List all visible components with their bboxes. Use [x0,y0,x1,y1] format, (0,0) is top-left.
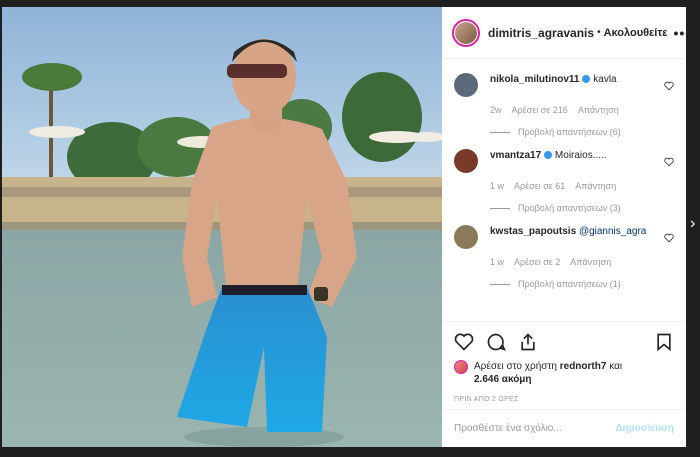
view-replies-label: Προβολή απαντήσεων (3) [518,203,621,213]
replies-divider [490,207,510,209]
comment-mention[interactable]: @giannis_agra [579,226,646,237]
commenter-avatar[interactable] [454,225,478,249]
post-header: dimitris_agravanis • Ακολουθείτε ••• [442,7,690,59]
heart-icon[interactable] [454,332,474,352]
separator-dot: • [597,27,601,38]
reply-button[interactable]: Απάντηση [575,181,616,191]
verified-icon [582,75,591,84]
author-username[interactable]: dimitris_agravanis [488,26,594,40]
heart-icon[interactable] [664,233,674,243]
comment-age[interactable]: 2w [490,105,502,115]
share-icon[interactable] [518,332,538,352]
comment-text: Moiraios..... [554,150,607,161]
comment-age[interactable]: 1 w [490,257,504,267]
comment-item: nikola_milutinov11 kavla 2w Αρέσει σε 21… [454,73,674,137]
liked-by-user[interactable]: rednorth7 [560,361,607,372]
liked-by-and: και [609,361,623,372]
liked-by-prefix: Αρέσει στο χρήστη [474,361,557,372]
comment-likes[interactable]: Αρέσει σε 61 [514,181,565,191]
post-comment-button[interactable]: Δημοσίευση [615,423,674,434]
comment-text: kavla [593,74,617,85]
verified-icon [544,151,553,160]
comment-icon[interactable] [486,332,506,352]
comment-age[interactable]: 1 w [490,181,504,191]
bookmark-icon[interactable] [654,332,674,352]
view-replies-button[interactable]: Προβολή απαντήσεων (6) [490,127,674,137]
comment-input[interactable] [454,423,616,434]
more-options-icon[interactable]: ••• [673,25,691,41]
commenter-avatar[interactable] [454,73,478,97]
post-actions: Αρέσει στο χρήστη rednorth7 και 2.646 ακ… [442,321,686,409]
comment-item: kwstas_papoutsis @giannis_agra 1 w Αρέσε… [454,225,674,289]
comments-list[interactable]: nikola_milutinov11 kavla 2w Αρέσει σε 21… [442,59,686,321]
heart-icon[interactable] [664,81,674,91]
replies-divider [490,283,510,285]
comment-composer: Δημοσίευση [442,409,686,447]
following-button[interactable]: Ακολουθείτε [604,27,668,39]
commenter-username[interactable]: kwstas_papoutsis [490,226,576,237]
comment-likes[interactable]: Αρέσει σε 2 [514,257,560,267]
commenter-avatar[interactable] [454,149,478,173]
liked-by-others[interactable]: 2.646 ακόμη [474,374,532,385]
reply-button[interactable]: Απάντηση [570,257,611,267]
post-photo[interactable] [2,7,442,447]
view-replies-button[interactable]: Προβολή απαντήσεων (1) [490,279,674,289]
view-replies-label: Προβολή απαντήσεων (1) [518,279,621,289]
view-replies-label: Προβολή απαντήσεων (6) [518,127,621,137]
likes-summary: Αρέσει στο χρήστη rednorth7 και 2.646 ακ… [454,360,674,386]
replies-divider [490,131,510,133]
view-replies-button[interactable]: Προβολή απαντήσεων (3) [490,203,674,213]
post-timestamp[interactable]: ΠΡΙΝ ΑΠΟ 2 ΩΡΕΣ [454,396,674,403]
post-side-panel: dimitris_agravanis • Ακολουθείτε ••• nik… [442,7,690,447]
chevron-right-icon[interactable]: › [690,215,695,233]
comment-likes[interactable]: Αρέσει σε 216 [512,105,568,115]
commenter-username[interactable]: vmantza17 [490,150,541,161]
liker-avatar[interactable] [454,360,468,374]
heart-icon[interactable] [664,157,674,167]
commenter-username[interactable]: nikola_milutinov11 [490,74,579,85]
author-avatar[interactable] [452,18,480,47]
reply-button[interactable]: Απάντηση [578,105,619,115]
comment-item: vmantza17 Moiraios..... 1 w Αρέσει σε 61… [454,149,674,213]
